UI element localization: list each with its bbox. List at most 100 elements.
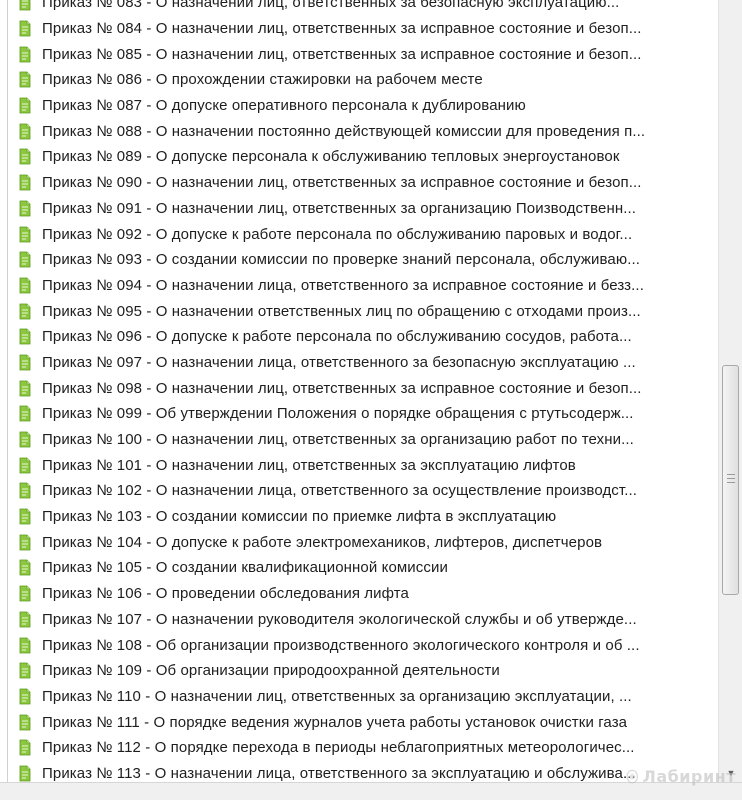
green-document-icon [18,457,31,474]
green-document-icon [18,380,31,397]
list-item-label: Приказ № 092 - О допуске к работе персон… [42,225,633,243]
vertical-scrollbar[interactable]: ▼ [718,0,742,782]
list-item[interactable]: Приказ № 088 - О назначении постоянно де… [8,118,719,144]
list-item[interactable]: Приказ № 104 - О допуске к работе электр… [8,529,719,555]
green-document-icon [18,277,31,294]
list-item-label: Приказ № 101 - О назначении лиц, ответст… [42,456,576,474]
list-item-label: Приказ № 113 - О назначении лица, ответс… [42,764,636,782]
list-item-label: Приказ № 106 - О проведении обследования… [42,585,409,603]
green-document-icon [18,226,31,243]
order-list: Приказ № 083 - О назначении лиц, ответст… [8,0,719,782]
green-document-icon [18,508,31,525]
list-item[interactable]: Приказ № 084 - О назначении лиц, ответст… [8,16,719,42]
list-item[interactable]: Приказ № 107 - О назначении руководителя… [8,607,719,633]
list-item[interactable]: Приказ № 094 - О назначении лица, ответс… [8,273,719,299]
green-document-icon [18,688,31,705]
list-item-label: Приказ № 089 - О допуске персонала к обс… [42,148,620,166]
scrollbar-grip-icon [727,474,735,483]
list-item-label: Приказ № 086 - О прохождении стажировки … [42,71,483,89]
green-document-icon [18,174,31,191]
list-item[interactable]: Приказ № 109 - Об организации природоохр… [8,658,719,684]
green-document-icon [18,251,31,268]
list-item[interactable]: Приказ № 108 - Об организации производст… [8,632,719,658]
list-item-label: Приказ № 094 - О назначении лица, ответс… [42,276,644,294]
green-document-icon [18,559,31,576]
scroll-down-arrow-icon[interactable]: ▼ [719,764,742,782]
list-item-label: Приказ № 100 - О назначении лиц, ответст… [42,431,634,449]
green-document-icon [18,328,31,345]
green-document-icon [18,662,31,679]
list-item-label: Приказ № 096 - О допуске к работе персон… [42,328,632,346]
list-item[interactable]: Приказ № 100 - О назначении лиц, ответст… [8,427,719,453]
list-item-label: Приказ № 098 - О назначении лиц, ответст… [42,379,642,397]
green-document-icon [18,765,31,782]
list-item[interactable]: Приказ № 091 - О назначении лиц, ответст… [8,196,719,222]
list-item[interactable]: Приказ № 083 - О назначении лиц, ответст… [8,0,719,16]
order-list-viewport[interactable]: Приказ № 083 - О назначении лиц, ответст… [7,0,719,782]
list-item[interactable]: Приказ № 103 - О создании комиссии по пр… [8,504,719,530]
list-item-label: Приказ № 110 - О назначении лиц, ответст… [42,687,632,705]
list-item-label: Приказ № 102 - О назначении лица, ответс… [42,482,638,500]
list-item[interactable]: Приказ № 089 - О допуске персонала к обс… [8,144,719,170]
list-item[interactable]: Приказ № 090 - О назначении лиц, ответст… [8,170,719,196]
list-item[interactable]: Приказ № 093 - О создании комиссии по пр… [8,247,719,273]
list-item[interactable]: Приказ № 105 - О создании квалификационн… [8,555,719,581]
green-document-icon [18,97,31,114]
list-item[interactable]: Приказ № 101 - О назначении лиц, ответст… [8,452,719,478]
list-item[interactable]: Приказ № 098 - О назначении лиц, ответст… [8,375,719,401]
green-document-icon [18,637,31,654]
green-document-icon [18,585,31,602]
list-item[interactable]: Приказ № 110 - О назначении лиц, ответст… [8,684,719,710]
list-item-label: Приказ № 090 - О назначении лиц, ответст… [42,174,642,192]
list-item-label: Приказ № 095 - О назначении ответственны… [42,302,641,320]
green-document-icon [18,303,31,320]
list-item[interactable]: Приказ № 111 - О порядке ведения журнало… [8,709,719,735]
list-item[interactable]: Приказ № 087 - О допуске оперативного пе… [8,93,719,119]
list-item-label: Приказ № 104 - О допуске к работе электр… [42,533,603,551]
list-item[interactable]: Приказ № 096 - О допуске к работе персон… [8,324,719,350]
green-document-icon [18,431,31,448]
scrollbar-thumb[interactable] [722,365,739,595]
green-document-icon [18,46,31,63]
list-item-label: Приказ № 112 - О порядке перехода в пери… [42,739,635,757]
list-item-label: Приказ № 087 - О допуске оперативного пе… [42,97,526,115]
green-document-icon [18,20,31,37]
list-item[interactable]: Приказ № 106 - О проведении обследования… [8,581,719,607]
list-item-label: Приказ № 088 - О назначении постоянно де… [42,122,646,140]
green-document-icon [18,739,31,756]
list-item-label: Приказ № 111 - О порядке ведения журнало… [42,713,628,731]
list-item[interactable]: Приказ № 112 - О порядке перехода в пери… [8,735,719,761]
list-item-label: Приказ № 085 - О назначении лиц, ответст… [42,45,642,63]
list-item[interactable]: Приказ № 092 - О допуске к работе персон… [8,221,719,247]
green-document-icon [18,0,31,11]
list-item-label: Приказ № 093 - О создании комиссии по пр… [42,251,640,269]
list-item[interactable]: Приказ № 099 - Об утверждении Положения … [8,401,719,427]
order-list-window: Приказ № 083 - О назначении лиц, ответст… [0,0,742,800]
list-item-label: Приказ № 084 - О назначении лиц, ответст… [42,20,642,38]
list-item[interactable]: Приказ № 085 - О назначении лиц, ответст… [8,41,719,67]
list-item-label: Приказ № 091 - О назначении лиц, ответст… [42,199,637,217]
list-item[interactable]: Приказ № 095 - О назначении ответственны… [8,298,719,324]
green-document-icon [18,354,31,371]
list-item-label: Приказ № 099 - Об утверждении Положения … [42,405,634,423]
green-document-icon [18,714,31,731]
green-document-icon [18,482,31,499]
horizontal-scrollbar[interactable] [0,782,742,800]
green-document-icon [18,123,31,140]
list-item-label: Приказ № 097 - О назначении лица, ответс… [42,353,636,371]
green-document-icon [18,611,31,628]
green-document-icon [18,200,31,217]
list-item[interactable]: Приказ № 113 - О назначении лица, ответс… [8,761,719,782]
green-document-icon [18,405,31,422]
list-item-label: Приказ № 103 - О создании комиссии по пр… [42,508,557,526]
green-document-icon [18,148,31,165]
green-document-icon [18,71,31,88]
list-item[interactable]: Приказ № 097 - О назначении лица, ответс… [8,350,719,376]
list-item-label: Приказ № 083 - О назначении лиц, ответст… [42,0,620,12]
list-item-label: Приказ № 108 - Об организации производст… [42,636,640,654]
list-item-label: Приказ № 107 - О назначении руководителя… [42,610,637,628]
list-item-label: Приказ № 109 - Об организации природоохр… [42,662,500,680]
list-item[interactable]: Приказ № 102 - О назначении лица, ответс… [8,478,719,504]
green-document-icon [18,534,31,551]
list-item[interactable]: Приказ № 086 - О прохождении стажировки … [8,67,719,93]
